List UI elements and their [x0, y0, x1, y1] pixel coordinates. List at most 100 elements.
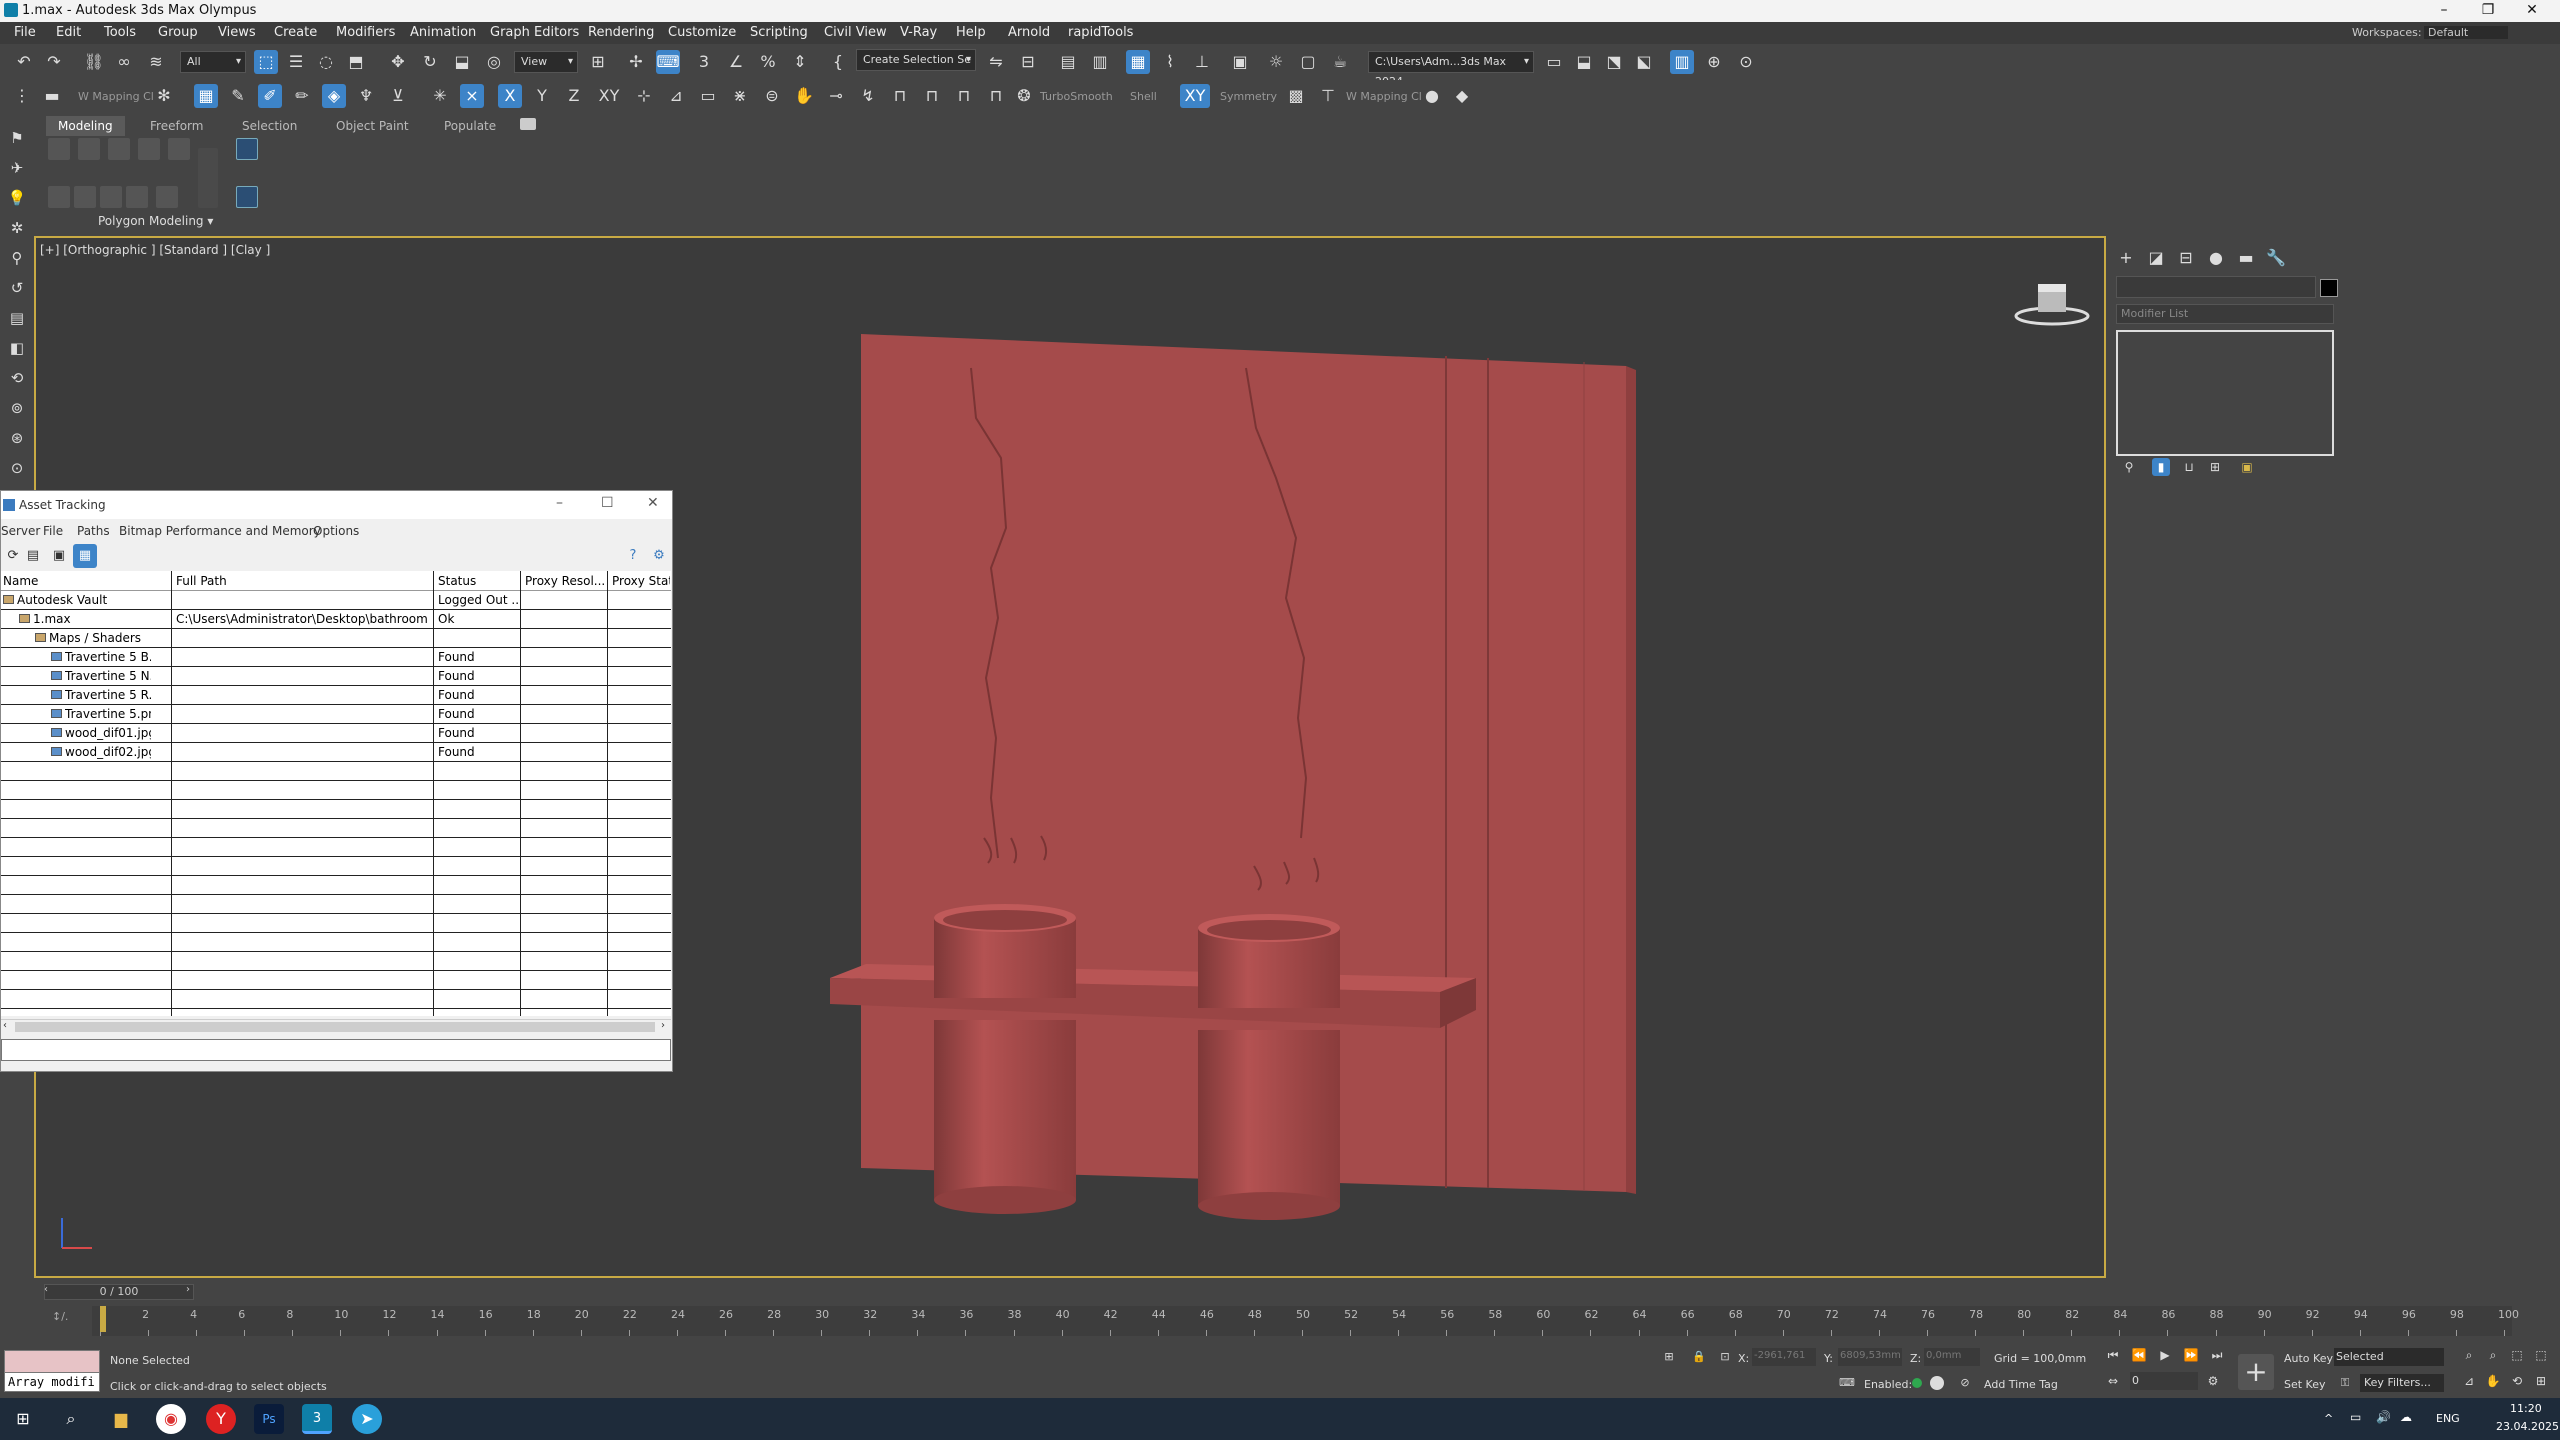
table-view-icon[interactable]: ▦: [73, 544, 97, 568]
make-unique-icon[interactable]: ⊔: [2180, 458, 2198, 476]
auto-key-button[interactable]: Auto Key: [2284, 1352, 2333, 1365]
transform-mode-icon[interactable]: ⊡: [1716, 1348, 1734, 1366]
asset-menu-server[interactable]: Server: [1, 524, 40, 538]
table-row[interactable]: Travertine 5 R... Found: [1, 686, 671, 705]
language-indicator[interactable]: ENG: [2436, 1412, 2460, 1425]
search-icon[interactable]: ⌕: [56, 1404, 86, 1434]
snowflake-icon[interactable]: ✻: [152, 84, 176, 108]
command-panel-toggle-icon[interactable]: ▥: [1670, 50, 1694, 74]
curve-editor-icon[interactable]: ⌇: [1158, 50, 1182, 74]
menu-customize[interactable]: Customize: [668, 25, 736, 40]
menu-file[interactable]: File: [14, 25, 36, 40]
table-row[interactable]: wood_dif02.jpg Found: [1, 743, 671, 762]
key-mode-toggle-icon[interactable]: ⇔: [2104, 1372, 2122, 1390]
walk-icon[interactable]: ⊚: [5, 396, 29, 420]
axis-x-button[interactable]: X: [498, 84, 522, 108]
menu-help[interactable]: Help: [956, 25, 986, 40]
close-button[interactable]: ✕: [2510, 0, 2554, 22]
ribbon-vert-icon[interactable]: [236, 138, 258, 160]
snap-2d-icon[interactable]: ⊹: [632, 84, 656, 108]
menu-graph-editors[interactable]: Graph Editors: [490, 25, 579, 40]
add-time-tag-button[interactable]: Add Time Tag: [1984, 1378, 2058, 1391]
create-tab-icon[interactable]: +: [2114, 246, 2138, 270]
pen-icon[interactable]: ✎: [226, 84, 250, 108]
asset-close-button[interactable]: ✕: [647, 495, 659, 511]
grid-dots-icon[interactable]: ⋮: [10, 84, 34, 108]
remove-modifier-icon[interactable]: ⊞: [2206, 458, 2224, 476]
info-icon[interactable]: [1930, 1376, 1944, 1390]
relax-icon[interactable]: ⊓: [984, 84, 1008, 108]
named-selection-dropdown[interactable]: Create Selection Se: [856, 49, 976, 71]
sphere-icon[interactable]: ●: [1420, 84, 1444, 108]
create-lights-icon[interactable]: 💡: [5, 186, 29, 210]
percent-snap-icon[interactable]: %: [756, 50, 780, 74]
asset-menu-bitmap[interactable]: Bitmap Performance and Memory: [119, 524, 321, 538]
vray-settings-icon[interactable]: ⊙: [1734, 50, 1758, 74]
hand-icon[interactable]: ✋: [792, 84, 816, 108]
table-row[interactable]: Autodesk Vault Logged Out ...: [1, 591, 671, 610]
bend-icon[interactable]: ⊸: [824, 84, 848, 108]
asset-menu-file[interactable]: File: [43, 524, 63, 538]
pan-view-icon[interactable]: ✋: [2484, 1372, 2502, 1390]
z-coordinate-field[interactable]: 0,0mm: [1924, 1348, 1980, 1366]
zoom-extents-icon[interactable]: ⬚: [2508, 1346, 2526, 1364]
grid-snap-icon[interactable]: ▦: [194, 84, 218, 108]
angle-snap-icon[interactable]: ∠: [724, 50, 748, 74]
enabled-indicator-icon[interactable]: [1912, 1378, 1922, 1388]
mirror-icon[interactable]: ⇋: [984, 50, 1008, 74]
asset-path-field[interactable]: [1, 1039, 671, 1061]
lock-selection-icon[interactable]: 🔒: [1690, 1348, 1708, 1366]
asset-menu-paths[interactable]: Paths: [77, 524, 110, 538]
table-row[interactable]: [1, 781, 671, 800]
show-end-result-icon[interactable]: ▮: [2152, 458, 2170, 476]
cylinder-icon[interactable]: ⊜: [760, 84, 784, 108]
workspaces-dropdown[interactable]: Default: [2424, 26, 2509, 39]
ribbon-tool-6-icon[interactable]: [48, 186, 70, 208]
maxscript-listener[interactable]: Array modifi: [4, 1372, 100, 1392]
noise-icon[interactable]: ⊓: [920, 84, 944, 108]
folder-down-icon[interactable]: ⬕: [1632, 50, 1656, 74]
table-row[interactable]: [1, 971, 671, 990]
x-coordinate-field[interactable]: -2961,761: [1752, 1348, 1816, 1366]
ref-coord-dropdown[interactable]: View: [514, 51, 578, 73]
set-key-icon[interactable]: +: [2238, 1354, 2274, 1390]
ribbon-tool-3-icon[interactable]: [108, 138, 130, 160]
xform-icon[interactable]: ⨯: [460, 84, 484, 108]
set-key-button[interactable]: Set Key: [2284, 1378, 2326, 1391]
ribbon-options-icon[interactable]: [520, 118, 536, 130]
orbit-view-icon[interactable]: ⟲: [2508, 1372, 2526, 1390]
open-folder-icon[interactable]: ▭: [1542, 50, 1566, 74]
rotate-icon[interactable]: ↻: [418, 50, 442, 74]
vray-icon[interactable]: ⊕: [1702, 50, 1726, 74]
scroll-right-icon[interactable]: ›: [661, 1020, 665, 1031]
col-name-header[interactable]: Name: [3, 574, 163, 588]
help-icon[interactable]: ?: [621, 544, 645, 568]
lasso-icon[interactable]: ⊻: [386, 84, 410, 108]
current-frame-field[interactable]: 0: [2130, 1372, 2198, 1390]
paint-icon[interactable]: ✏: [290, 84, 314, 108]
modifier-stack[interactable]: [2116, 330, 2334, 456]
angle-measure-icon[interactable]: ⊿: [664, 84, 688, 108]
scene-explorer-icon[interactable]: ▤: [1056, 50, 1080, 74]
placement-icon[interactable]: ◎: [482, 50, 506, 74]
hierarchy-tab-icon[interactable]: ⊟: [2174, 246, 2198, 270]
edit-named-selection-icon[interactable]: {: [826, 50, 850, 74]
camera-icon[interactable]: ▭: [696, 84, 720, 108]
asset-menu-options[interactable]: Options: [313, 524, 359, 538]
isolate-icon[interactable]: ⊞: [1660, 1348, 1678, 1366]
file-explorer-icon[interactable]: ▆: [106, 1404, 136, 1434]
adaptive-degradation-icon[interactable]: ⌨: [1838, 1374, 1856, 1392]
table-row[interactable]: [1, 838, 671, 857]
ribbon-tool-1-icon[interactable]: [48, 138, 70, 160]
snaps-toggle-icon[interactable]: 3: [692, 50, 716, 74]
align-icon[interactable]: ⊟: [1016, 50, 1040, 74]
spline-icon[interactable]: ⋇: [728, 84, 752, 108]
folder-arrow-icon[interactable]: ⬔: [1602, 50, 1626, 74]
create-spacewarps-icon[interactable]: ↺: [5, 276, 29, 300]
symmetry-label[interactable]: Symmetry: [1220, 90, 1277, 103]
brush-icon[interactable]: ✐: [258, 84, 282, 108]
select-object-icon[interactable]: ⬚: [254, 50, 278, 74]
prev-frame-icon[interactable]: ⏪: [2130, 1346, 2148, 1364]
col-proxy-status-header[interactable]: Proxy Statu: [612, 574, 670, 588]
chrome-icon[interactable]: ◉: [156, 1404, 186, 1434]
